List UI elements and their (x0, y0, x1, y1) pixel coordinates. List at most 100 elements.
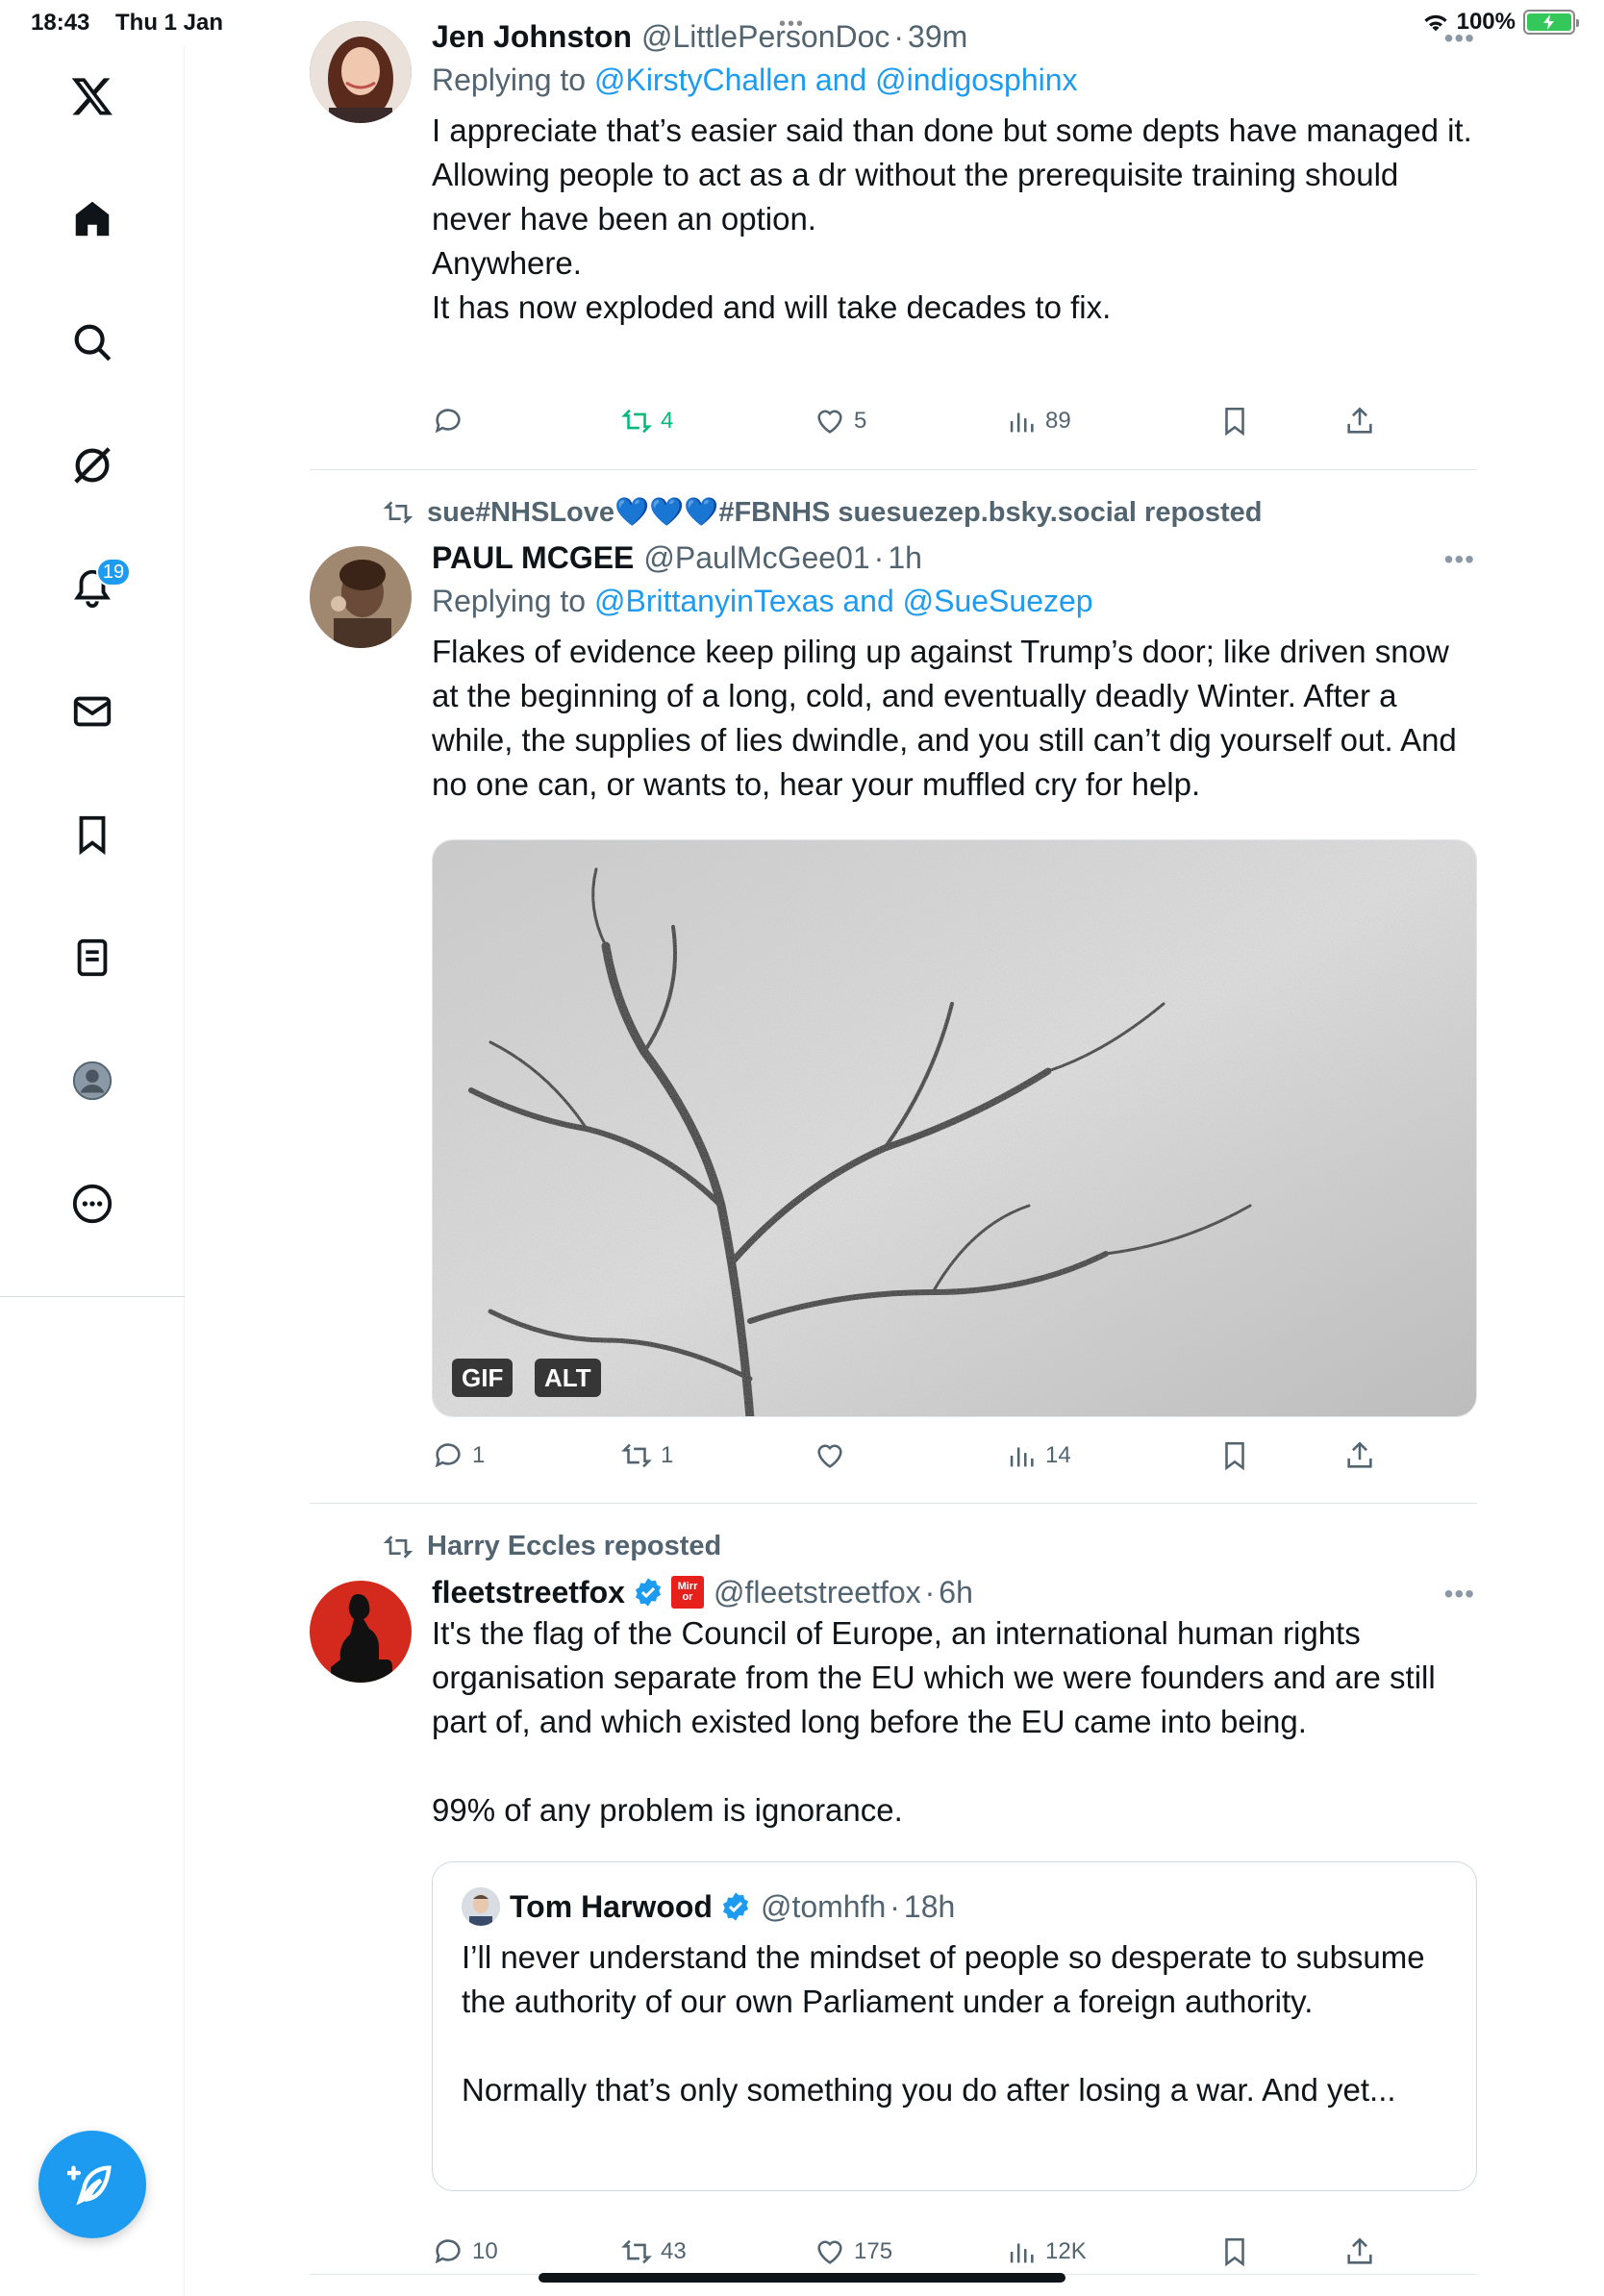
reply-icon (435, 1443, 461, 1468)
tweet-divider (310, 469, 1477, 470)
author-name[interactable]: PAUL MCGEE (432, 538, 634, 577)
like-button[interactable] (814, 1439, 854, 1472)
bookmark-icon (1225, 407, 1244, 437)
dot-separator: · (873, 540, 885, 575)
share-icon (1347, 1441, 1372, 1468)
gif-badge: GIF (452, 1359, 514, 1397)
lists-icon[interactable] (63, 929, 121, 986)
timestamp[interactable]: 6h (939, 1573, 973, 1611)
reply-button[interactable] (432, 405, 472, 437)
heart-icon (817, 1444, 842, 1468)
status-date: Thu 1 Jan (115, 10, 224, 36)
repost-icon (621, 1443, 652, 1468)
share-icon (1347, 407, 1372, 434)
repost-icon (621, 2239, 652, 2264)
reposted-by[interactable]: sue#NHSLove💙💙💙#FBNHS suesuezep.bsky.soci… (383, 496, 1263, 529)
notifications-bell-icon[interactable]: 19 (63, 558, 131, 617)
repost-icon (383, 1535, 414, 1559)
quote-author-handle: @tomhfh (760, 1888, 887, 1924)
tweet-text: I appreciate that’s easier said than don… (432, 112, 1472, 325)
action-bar: 10 43 175 12K (432, 2231, 1477, 2273)
status-time: 18:43 (31, 10, 90, 36)
grok-icon[interactable] (63, 437, 121, 494)
quoted-tweet[interactable]: Tom Harwood @tomhfh · 18h I’ll never und… (432, 1861, 1477, 2191)
dot-separator: · (924, 1575, 936, 1610)
reposted-by[interactable]: Harry Eccles reposted (383, 1531, 721, 1562)
tweet-divider (310, 1503, 1477, 1504)
replying-to: Replying to @BrittanyinTexas and @SueSue… (432, 584, 1093, 618)
repost-button[interactable]: 1 (620, 1439, 673, 1472)
views-bar-icon (1010, 2243, 1034, 2263)
dot-separator: · (893, 19, 905, 54)
repost-icon (621, 409, 652, 434)
timestamp[interactable]: 39m (908, 17, 967, 56)
reply-icon (435, 409, 461, 434)
sidebar-divider (0, 1296, 185, 1297)
replying-to: Replying to @KirstyChallen and @indigosp… (432, 62, 1078, 97)
share-icon (1347, 2237, 1372, 2264)
battery-icon (1523, 10, 1579, 35)
action-bar: 1 1 14 (432, 1435, 1477, 1477)
home-indicator[interactable] (539, 2273, 1065, 2283)
more-dots-icon[interactable]: ••• (1444, 23, 1475, 54)
avatar[interactable] (310, 21, 412, 123)
author-handle[interactable]: @LittlePersonDoc (641, 17, 890, 56)
views-button[interactable]: 12K (1005, 2235, 1087, 2268)
tweet-text: Flakes of evidence keep piling up agains… (432, 634, 1457, 802)
sidebar-nav: 19 (0, 46, 185, 2296)
snowy-tree-gif (433, 840, 1476, 1416)
bookmark-button[interactable] (1218, 405, 1251, 437)
reply-icon (435, 2239, 461, 2264)
more-dots-icon[interactable]: ••• (1444, 544, 1475, 575)
action-bar: 4 5 89 (432, 400, 1477, 442)
author-handle[interactable]: @fleetstreetfox (714, 1573, 921, 1611)
views-button[interactable]: 14 (1005, 1439, 1071, 1472)
views-button[interactable]: 89 (1005, 405, 1071, 437)
timeline-feed: Jen Johnston @LittlePersonDoc · 39m ••• … (310, 0, 1477, 2296)
like-button[interactable]: 5 (814, 405, 866, 437)
replying-to-link[interactable]: @KirstyChallen and @indigosphinx (594, 62, 1078, 97)
bookmark-button[interactable] (1218, 2235, 1251, 2268)
timestamp[interactable]: 1h (888, 538, 922, 577)
search-icon[interactable] (63, 313, 121, 371)
messages-mail-icon[interactable] (63, 683, 121, 740)
author-handle[interactable]: @PaulMcGee01 (643, 538, 869, 577)
alt-badge[interactable]: ALT (535, 1359, 601, 1397)
heart-icon (817, 2240, 842, 2264)
author-name[interactable]: fleetstreetfox (432, 1573, 625, 1611)
tweet-text: It's the flag of the Council of Europe, … (432, 1615, 1436, 1828)
more-dots-icon[interactable]: ••• (1444, 1579, 1475, 1610)
notifications-badge: 19 (96, 558, 131, 586)
quote-timestamp: 18h (903, 1888, 956, 1924)
more-options-icon[interactable] (63, 1175, 121, 1233)
reply-button[interactable]: 1 (432, 1439, 485, 1472)
verified-badge-icon (722, 1892, 749, 1921)
heart-icon (817, 410, 842, 434)
reply-button[interactable]: 10 (432, 2235, 498, 2268)
x-logo-icon[interactable] (63, 67, 121, 125)
bookmark-button[interactable] (1218, 1439, 1251, 1472)
author-name[interactable]: Jen Johnston (432, 17, 632, 56)
quote-avatar[interactable] (462, 1887, 500, 1926)
share-button[interactable] (1343, 1439, 1376, 1472)
repost-icon (383, 501, 414, 524)
compose-post-button[interactable] (38, 2131, 146, 2238)
home-icon[interactable] (63, 190, 121, 248)
like-button[interactable]: 175 (814, 2235, 892, 2268)
repost-button[interactable]: 43 (620, 2235, 687, 2268)
quote-author-name: Tom Harwood (510, 1888, 713, 1924)
avatar[interactable] (310, 1581, 412, 1683)
mirror-affiliate-badge-icon[interactable]: Mirr or (670, 1576, 704, 1609)
repost-button[interactable]: 4 (620, 405, 673, 437)
compose-feather-icon (67, 2165, 112, 2206)
share-button[interactable] (1343, 405, 1376, 437)
share-button[interactable] (1343, 2235, 1376, 2268)
bookmark-icon (1225, 2237, 1244, 2267)
profile-avatar-icon[interactable] (63, 1052, 121, 1110)
verified-badge-icon (635, 1578, 662, 1607)
avatar[interactable] (310, 546, 412, 648)
gif-media[interactable]: GIF ALT (432, 839, 1477, 1417)
bookmarks-icon[interactable] (63, 806, 121, 863)
replying-to-link[interactable]: @BrittanyinTexas and @SueSuezep (594, 584, 1093, 618)
views-bar-icon (1010, 412, 1034, 433)
